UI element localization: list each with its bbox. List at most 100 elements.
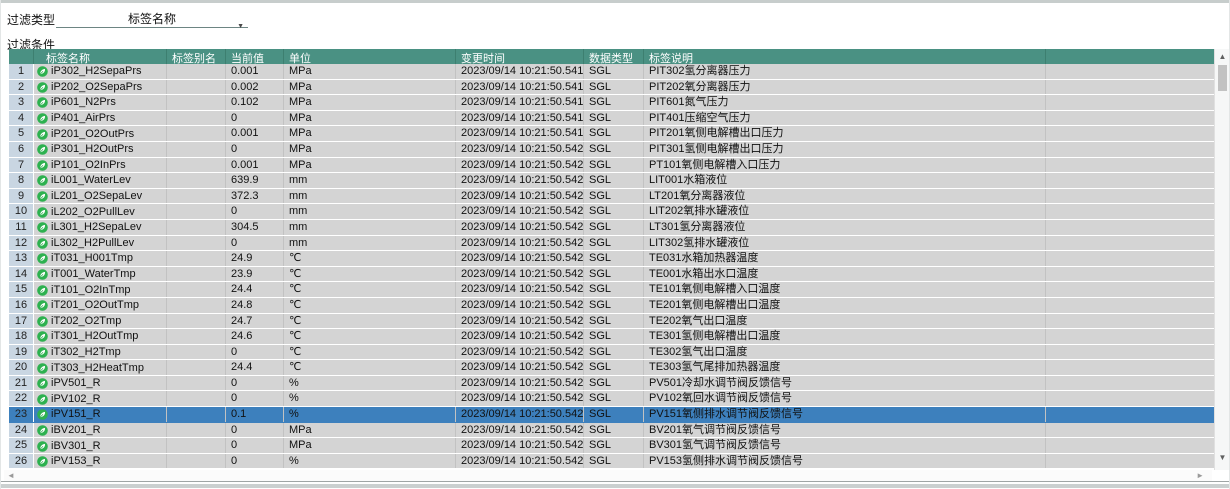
tag-description-cell: PIT302氢分离器压力 <box>644 64 1046 79</box>
tag-icon <box>37 331 48 342</box>
unit-cell: MPa <box>284 423 456 438</box>
table-row[interactable]: 18 iT301_H2OutTmp 24.6 ℃ 2023/09/14 10:2… <box>9 329 1214 345</box>
scroll-down-icon[interactable]: ▼ <box>1215 452 1230 464</box>
scroll-up-icon[interactable]: ▲ <box>1215 51 1230 63</box>
row-number-cell: 23 <box>9 407 34 422</box>
table-row[interactable]: 20 iT303_H2HeatTmp 24.4 ℃ 2023/09/14 10:… <box>9 360 1214 376</box>
header-data-type[interactable]: 数据类型 <box>584 49 644 64</box>
filler-cell <box>1046 454 1214 469</box>
table-row[interactable]: 25 iBV301_R 0 MPa 2023/09/14 10:21:50.54… <box>9 438 1214 454</box>
tag-icon <box>37 347 48 358</box>
tag-icon <box>37 409 48 420</box>
tag-icon <box>37 363 48 374</box>
tag-name-cell: iP401_AirPrs <box>34 111 167 126</box>
tag-icon <box>37 425 48 436</box>
header-tag-name[interactable]: 标签名称 <box>34 49 167 64</box>
tag-name-cell: iT202_O2Tmp <box>34 314 167 329</box>
table-row[interactable]: 8 iL001_WaterLev 639.9 mm 2023/09/14 10:… <box>9 173 1214 189</box>
table-row[interactable]: 21 iPV501_R 0 % 2023/09/14 10:21:50.542 … <box>9 376 1214 392</box>
tag-description-cell: TE001水箱出水口温度 <box>644 267 1046 282</box>
tag-description-cell: PIT401压缩空气压力 <box>644 111 1046 126</box>
tag-name-text: iPV102_R <box>51 393 101 406</box>
tag-name-cell: iPV153_R <box>34 454 167 469</box>
filler-cell <box>1046 314 1214 329</box>
row-number-cell: 19 <box>9 345 34 360</box>
header-change-time[interactable]: 变更时间 <box>456 49 584 64</box>
filler-cell <box>1046 282 1214 297</box>
dropdown-arrow-icon[interactable]: ▼ <box>237 23 244 30</box>
row-number-cell: 26 <box>9 454 34 469</box>
unit-cell: mm <box>284 220 456 235</box>
scroll-right-icon[interactable]: ► <box>1196 471 1204 480</box>
tag-name-cell: iP301_H2OutPrs <box>34 142 167 157</box>
data-type-cell: SGL <box>584 251 644 266</box>
table-row[interactable]: 23 iPV151_R 0.1 % 2023/09/14 10:21:50.54… <box>9 407 1214 423</box>
tag-icon <box>37 441 48 452</box>
change-time-cell: 2023/09/14 10:21:50.542 <box>456 376 584 391</box>
table-row[interactable]: 16 iT201_O2OutTmp 24.8 ℃ 2023/09/14 10:2… <box>9 298 1214 314</box>
row-number-cell: 18 <box>9 329 34 344</box>
tag-table: 标签名称 标签别名 当前值 单位 变更时间 数据类型 标签说明 1 iP302_… <box>9 49 1214 469</box>
data-type-cell: SGL <box>584 282 644 297</box>
data-type-cell: SGL <box>584 454 644 469</box>
tag-alias-cell <box>167 391 226 406</box>
unit-cell: ℃ <box>284 360 456 375</box>
row-number-cell: 21 <box>9 376 34 391</box>
tag-name-cell: iT031_H001Tmp <box>34 251 167 266</box>
data-type-cell: SGL <box>584 376 644 391</box>
table-row[interactable]: 13 iT031_H001Tmp 24.9 ℃ 2023/09/14 10:21… <box>9 251 1214 267</box>
table-row[interactable]: 1 iP302_H2SepaPrs 0.001 MPa 2023/09/14 1… <box>9 64 1214 80</box>
header-unit[interactable]: 单位 <box>284 49 456 64</box>
table-row[interactable]: 7 iP101_O2InPrs 0.001 MPa 2023/09/14 10:… <box>9 158 1214 174</box>
table-row[interactable]: 2 iP202_O2SepaPrs 0.002 MPa 2023/09/14 1… <box>9 80 1214 96</box>
table-row[interactable]: 11 iL301_H2SepaLev 304.5 mm 2023/09/14 1… <box>9 220 1214 236</box>
tag-description-cell: PIT201氧侧电解槽出口压力 <box>644 126 1046 141</box>
table-row[interactable]: 3 iP601_N2Prs 0.102 MPa 2023/09/14 10:21… <box>9 95 1214 111</box>
vertical-scrollbar-thumb[interactable] <box>1218 65 1227 91</box>
table-row[interactable]: 10 iL202_O2PullLev 0 mm 2023/09/14 10:21… <box>9 204 1214 220</box>
unit-cell: % <box>284 391 456 406</box>
tag-description-cell: TE301氢侧电解槽出口温度 <box>644 329 1046 344</box>
scroll-left-icon[interactable]: ◄ <box>7 471 15 480</box>
unit-cell: MPa <box>284 80 456 95</box>
tag-alias-cell <box>167 282 226 297</box>
tag-name-text: iL202_O2PullLev <box>51 206 135 219</box>
current-value-cell: 24.4 <box>226 360 284 375</box>
unit-cell: MPa <box>284 158 456 173</box>
header-tag-description[interactable]: 标签说明 <box>644 49 1046 64</box>
table-row[interactable]: 17 iT202_O2Tmp 24.7 ℃ 2023/09/14 10:21:5… <box>9 314 1214 330</box>
tag-name-text: iP401_AirPrs <box>51 112 115 125</box>
change-time-cell: 2023/09/14 10:21:50.542 <box>456 220 584 235</box>
header-tag-alias[interactable]: 标签别名 <box>167 49 226 64</box>
table-row[interactable]: 14 iT001_WaterTmp 23.9 ℃ 2023/09/14 10:2… <box>9 267 1214 283</box>
filter-type-combobox[interactable]: 标签名称 ▼ <box>56 10 248 28</box>
horizontal-scrollbar[interactable]: ◄ ► <box>4 470 1212 481</box>
filler-cell <box>1046 423 1214 438</box>
table-row[interactable]: 19 iT302_H2Tmp 0 ℃ 2023/09/14 10:21:50.5… <box>9 345 1214 361</box>
vertical-scrollbar[interactable]: ▲ ▼ <box>1214 49 1230 470</box>
tag-description-cell: LIT202氧排水罐液位 <box>644 204 1046 219</box>
table-row[interactable]: 15 iT101_O2InTmp 24.4 ℃ 2023/09/14 10:21… <box>9 282 1214 298</box>
table-row[interactable]: 26 iPV153_R 0 % 2023/09/14 10:21:50.542 … <box>9 454 1214 470</box>
table-row[interactable]: 5 iP201_O2OutPrs 0.001 MPa 2023/09/14 10… <box>9 126 1214 142</box>
data-type-cell: SGL <box>584 173 644 188</box>
table-row[interactable]: 4 iP401_AirPrs 0 MPa 2023/09/14 10:21:50… <box>9 111 1214 127</box>
tag-name-text: iP302_H2SepaPrs <box>51 65 142 78</box>
tag-alias-cell <box>167 64 226 79</box>
header-current-value[interactable]: 当前值 <box>226 49 284 64</box>
tag-name-cell: iP601_N2Prs <box>34 95 167 110</box>
table-row[interactable]: 12 iL302_H2PullLev 0 mm 2023/09/14 10:21… <box>9 236 1214 252</box>
current-value-cell: 0 <box>226 376 284 391</box>
tag-name-text: iL201_O2SepaLev <box>51 190 142 203</box>
tag-alias-cell <box>167 173 226 188</box>
unit-cell: ℃ <box>284 251 456 266</box>
table-row[interactable]: 24 iBV201_R 0 MPa 2023/09/14 10:21:50.54… <box>9 423 1214 439</box>
table-row[interactable]: 6 iP301_H2OutPrs 0 MPa 2023/09/14 10:21:… <box>9 142 1214 158</box>
tag-alias-cell <box>167 314 226 329</box>
tag-name-cell: iP302_H2SepaPrs <box>34 64 167 79</box>
current-value-cell: 0 <box>226 454 284 469</box>
table-row[interactable]: 9 iL201_O2SepaLev 372.3 mm 2023/09/14 10… <box>9 189 1214 205</box>
data-type-cell: SGL <box>584 407 644 422</box>
table-row[interactable]: 22 iPV102_R 0 % 2023/09/14 10:21:50.542 … <box>9 391 1214 407</box>
data-type-cell: SGL <box>584 111 644 126</box>
